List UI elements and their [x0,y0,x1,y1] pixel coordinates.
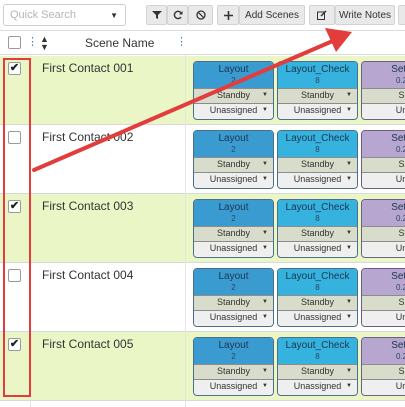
annotation-arrow [32,28,352,172]
scene-manager-app: ▼ Add Scenes Write Notes ⋮ ▲▼ Scene Name [0,0,405,407]
